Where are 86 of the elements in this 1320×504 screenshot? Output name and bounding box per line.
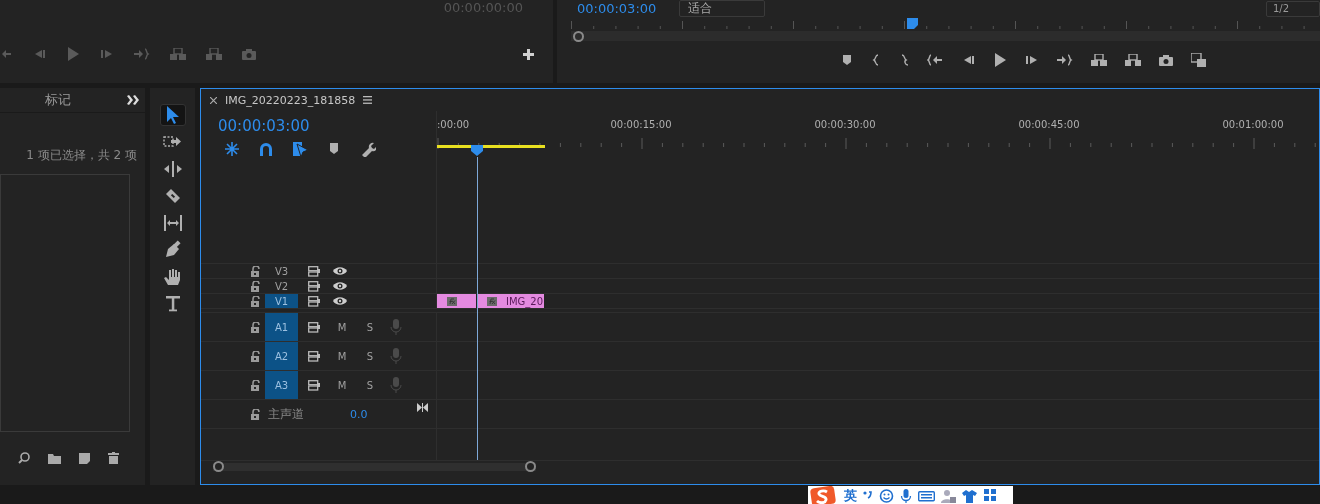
track-target[interactable]: A1 — [265, 313, 298, 341]
shirt-icon[interactable] — [962, 488, 977, 503]
lock-icon[interactable] — [250, 379, 260, 391]
snap-magnet-icon[interactable] — [258, 141, 274, 157]
play-icon[interactable] — [993, 53, 1007, 67]
eye-icon[interactable] — [333, 267, 347, 275]
lock-icon[interactable] — [250, 280, 260, 292]
track-target[interactable]: V3 — [265, 264, 298, 278]
folder-icon[interactable] — [48, 452, 61, 464]
ruler-label: 00:01:00:00 — [1221, 119, 1285, 132]
playhead-icon[interactable] — [471, 145, 483, 156]
marker-icon[interactable] — [841, 54, 853, 66]
track-target[interactable]: V1 — [265, 294, 298, 308]
sync-lock-icon[interactable] — [308, 265, 320, 277]
track-target[interactable]: V2 — [265, 279, 298, 293]
selection-info: 1 项已选择，共 2 项 — [26, 147, 137, 164]
ruler-label: 00:00:30:00 — [813, 119, 877, 132]
mark-in-icon[interactable] — [871, 54, 881, 66]
solo-toggle[interactable]: S — [356, 350, 384, 362]
resolution-dropdown[interactable]: 1/2 — [1266, 0, 1320, 17]
go-to-out-icon[interactable] — [1057, 54, 1073, 66]
master-volume[interactable]: 0.0 — [350, 407, 368, 421]
scroll-bar[interactable] — [571, 31, 1320, 41]
ruler-label: 00:00:45:00 — [1017, 119, 1081, 132]
hand-tool-icon[interactable] — [162, 267, 183, 287]
mark-out-icon[interactable] — [899, 54, 909, 66]
trash-icon[interactable] — [108, 452, 119, 464]
program-timecode[interactable]: 00:00:03:00 — [577, 1, 663, 16]
sync-lock-icon[interactable] — [308, 280, 320, 292]
sync-lock-icon[interactable] — [308, 321, 320, 333]
slip-tool-icon[interactable] — [162, 213, 183, 233]
more-panels-icon[interactable] — [127, 95, 139, 105]
bowtie-icon[interactable] — [417, 403, 428, 412]
search-icon[interactable] — [18, 452, 30, 464]
sync-lock-icon[interactable] — [308, 379, 320, 391]
sync-lock-icon[interactable] — [308, 350, 320, 362]
add-button-icon[interactable] — [523, 48, 534, 60]
panel-tab[interactable]: 标记 — [45, 91, 71, 109]
camera-icon[interactable] — [1159, 54, 1173, 66]
mute-toggle[interactable]: M — [328, 350, 356, 362]
go-to-in-icon[interactable] — [927, 54, 943, 66]
master-track-label: 主声道 — [268, 405, 304, 423]
scroll-handle[interactable] — [525, 461, 536, 472]
eye-icon[interactable] — [333, 282, 347, 290]
eye-icon[interactable] — [333, 297, 347, 305]
ruler-label: :00:00 — [437, 119, 471, 132]
mute-toggle[interactable]: M — [328, 321, 356, 333]
track-target[interactable]: A2 — [265, 342, 298, 370]
ime-logo-icon[interactable] — [810, 486, 836, 504]
user-icon[interactable] — [941, 488, 956, 503]
sequence-timecode[interactable]: 00:00:03:00 — [218, 117, 436, 135]
sync-lock-icon[interactable] — [308, 295, 320, 307]
scroll-handle[interactable] — [213, 461, 224, 472]
sequence-tab[interactable]: IMG_20220223_181858 — [225, 93, 356, 107]
close-icon[interactable] — [210, 96, 217, 104]
mute-toggle[interactable]: M — [328, 379, 356, 391]
wrench-icon[interactable] — [360, 141, 376, 157]
ripple-edit-tool-icon[interactable] — [162, 159, 183, 179]
fit-dropdown[interactable]: 适合 — [679, 0, 765, 17]
solo-toggle[interactable]: S — [356, 379, 384, 391]
scroll-handle[interactable] — [573, 31, 584, 42]
video-clip[interactable] — [437, 294, 476, 308]
lock-icon[interactable] — [250, 295, 260, 307]
grid-icon[interactable] — [983, 488, 997, 503]
smiley-icon[interactable] — [879, 488, 894, 503]
lock-icon[interactable] — [250, 265, 260, 277]
clip-label: IMG_20 — [506, 295, 544, 307]
lock-icon[interactable] — [250, 350, 260, 362]
video-clip[interactable]: IMG_20 — [477, 294, 544, 308]
linked-selection-icon[interactable] — [292, 141, 308, 157]
nest-icon[interactable] — [224, 141, 240, 157]
menu-icon[interactable] — [363, 96, 373, 104]
solo-toggle[interactable]: S — [356, 321, 384, 333]
track-target[interactable]: A3 — [265, 371, 298, 399]
compare-icon[interactable] — [1191, 53, 1207, 67]
step-forward-icon[interactable] — [1025, 54, 1039, 66]
microphone-icon[interactable] — [900, 488, 912, 503]
lift-icon[interactable] — [1091, 54, 1107, 66]
timeline-scroll-bar[interactable] — [213, 463, 536, 471]
extract-icon[interactable] — [1125, 54, 1141, 66]
new-item-icon[interactable] — [79, 452, 90, 464]
keyboard-icon[interactable] — [918, 488, 935, 503]
lock-icon[interactable] — [250, 321, 260, 333]
ruler-label: 00:00:15:00 — [609, 119, 673, 132]
input-mode[interactable]: 英 — [844, 486, 857, 504]
lock-icon[interactable] — [250, 408, 260, 420]
